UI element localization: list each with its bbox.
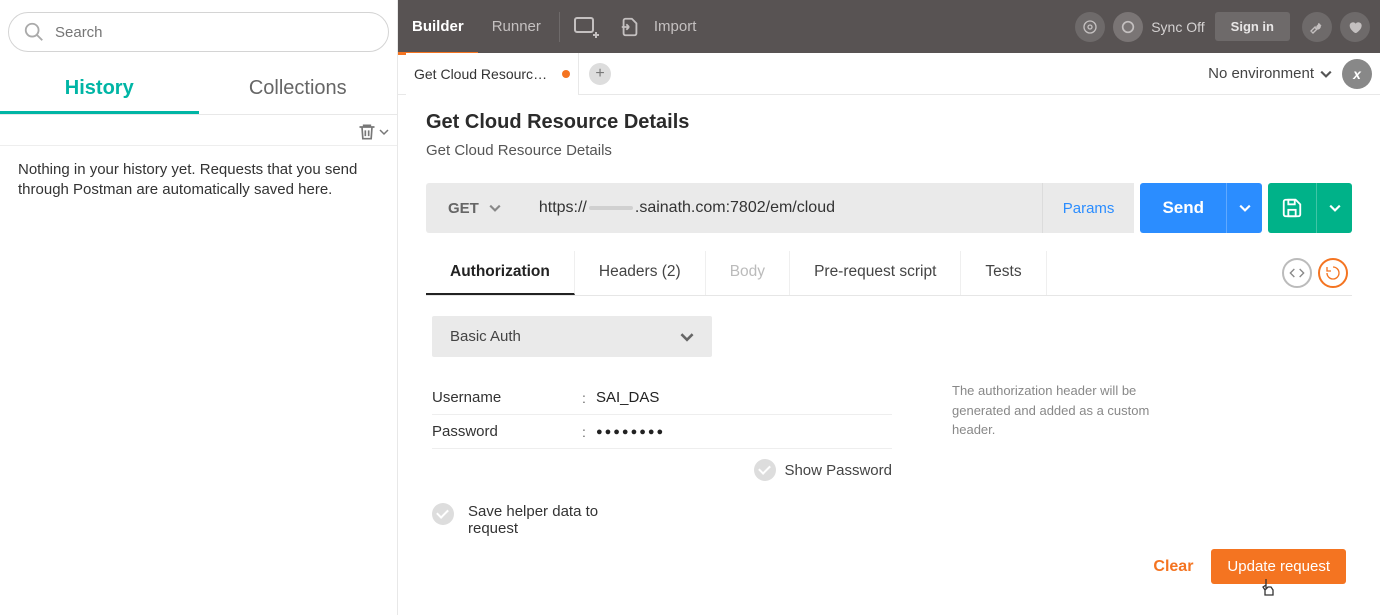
reset-button[interactable] — [1318, 258, 1348, 288]
interceptor-button[interactable] — [1075, 12, 1105, 42]
trash-icon — [357, 121, 377, 143]
search-input-wrapper[interactable] — [8, 12, 389, 52]
method-selector[interactable]: GET — [426, 183, 523, 233]
add-tab-button[interactable]: + — [589, 63, 611, 85]
heart-icon — [1347, 19, 1363, 35]
save-button[interactable] — [1268, 183, 1316, 233]
code-icon — [1289, 265, 1305, 281]
import-icon — [619, 16, 641, 38]
show-password-checkbox[interactable] — [754, 459, 776, 481]
env-quicklook-button[interactable]: x — [1342, 59, 1372, 89]
nav-builder[interactable]: Builder — [398, 2, 478, 55]
tab-history[interactable]: History — [0, 66, 199, 114]
search-icon — [23, 21, 45, 43]
save-button-group — [1268, 183, 1352, 233]
auth-type-selector[interactable]: Basic Auth — [432, 316, 712, 357]
tab-prerequest[interactable]: Pre-request script — [790, 251, 961, 295]
reset-icon — [1325, 265, 1341, 281]
import-button[interactable] — [608, 0, 652, 53]
sync-icon — [1120, 19, 1136, 35]
sidebar: History Collections Nothing in your hist… — [0, 0, 398, 615]
username-value[interactable]: SAI_DAS — [596, 389, 659, 406]
favorite-button[interactable] — [1340, 12, 1370, 42]
password-label: Password — [432, 423, 582, 440]
history-empty-text: Nothing in your history yet. Requests th… — [0, 146, 397, 215]
request-content: Get Cloud Resource Details Get Cloud Res… — [398, 95, 1380, 615]
environment-selector[interactable]: No environment — [1208, 65, 1342, 82]
update-request-button[interactable]: Update request — [1211, 549, 1346, 584]
send-dropdown[interactable] — [1226, 183, 1262, 233]
method-label: GET — [448, 200, 479, 217]
clear-history-button[interactable] — [357, 121, 389, 143]
settings-button[interactable] — [1302, 12, 1332, 42]
auth-help-text: The authorization header will be generat… — [952, 381, 1182, 537]
url-masked-segment — [589, 206, 633, 210]
sync-button[interactable] — [1113, 12, 1143, 42]
environment-label: No environment — [1208, 65, 1314, 82]
nav-runner[interactable]: Runner — [478, 2, 555, 55]
send-button[interactable]: Send — [1140, 183, 1226, 233]
url-input[interactable]: https://.sainath.com:7802/em/cloud — [523, 183, 1042, 233]
request-tab-label: Get Cloud Resource … — [414, 66, 554, 82]
import-label[interactable]: Import — [654, 18, 697, 35]
chevron-down-icon — [1320, 68, 1332, 80]
tab-tests[interactable]: Tests — [961, 251, 1046, 295]
request-tab[interactable]: Get Cloud Resource … — [406, 53, 579, 95]
request-tab-strip: Get Cloud Resource … + No environment x — [398, 53, 1380, 95]
save-helper-checkbox[interactable] — [432, 503, 454, 525]
save-dropdown[interactable] — [1316, 183, 1352, 233]
auth-type-label: Basic Auth — [450, 328, 521, 345]
password-value[interactable]: ●●●●●●●● — [596, 426, 665, 438]
chevron-down-icon — [680, 330, 694, 344]
chevron-down-icon — [1239, 202, 1251, 214]
username-label: Username — [432, 389, 582, 406]
save-helper-label: Save helper data to request — [468, 503, 608, 537]
tab-collections[interactable]: Collections — [199, 66, 398, 114]
topbar: Builder Runner Import Sync Off Sign in — [398, 0, 1380, 53]
tab-body[interactable]: Body — [706, 251, 790, 295]
satellite-icon — [1082, 19, 1098, 35]
request-title: Get Cloud Resource Details — [426, 111, 1352, 134]
chevron-down-icon — [379, 127, 389, 137]
tab-headers[interactable]: Headers (2) — [575, 251, 706, 295]
chevron-down-icon — [489, 202, 501, 214]
chevron-down-icon — [1329, 202, 1341, 214]
variable-icon: x — [1353, 66, 1361, 82]
save-icon — [1281, 197, 1303, 219]
unsaved-dot-icon — [562, 70, 570, 78]
search-input[interactable] — [55, 24, 374, 41]
request-description: Get Cloud Resource Details — [426, 142, 1352, 159]
show-password-label: Show Password — [784, 462, 892, 479]
new-window-icon — [573, 16, 599, 38]
signin-button[interactable]: Sign in — [1215, 12, 1290, 41]
params-button[interactable]: Params — [1042, 183, 1135, 233]
cursor-icon — [1260, 577, 1278, 599]
tab-authorization[interactable]: Authorization — [426, 251, 575, 295]
clear-button[interactable]: Clear — [1153, 558, 1193, 576]
wrench-icon — [1309, 19, 1325, 35]
code-snippet-button[interactable] — [1282, 258, 1312, 288]
new-window-button[interactable] — [564, 0, 608, 53]
sync-status-label: Sync Off — [1151, 19, 1204, 35]
send-button-group: Send — [1140, 183, 1262, 233]
